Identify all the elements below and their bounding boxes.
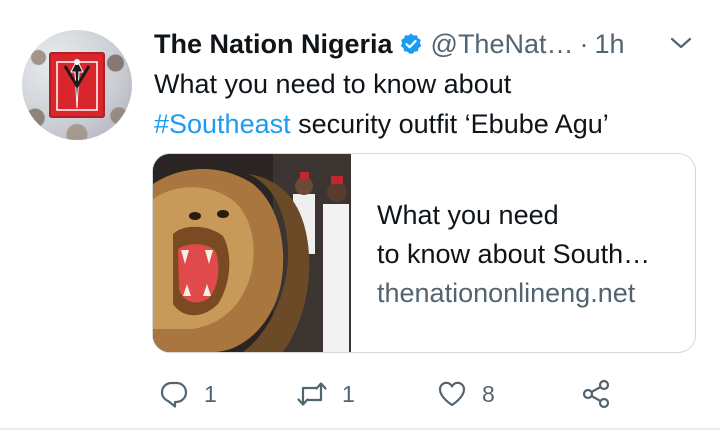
card-text: What you need to know about South… thena… <box>377 196 687 313</box>
share-icon <box>582 379 610 409</box>
tweet-text-line1: What you need to know about <box>154 69 512 99</box>
link-card[interactable]: What you need to know about South… thena… <box>152 153 696 353</box>
retweet-count: 1 <box>342 380 355 407</box>
tweet-text-rest: security outfit ‘Ebube Agu’ <box>290 109 609 139</box>
author-handle[interactable]: @TheNat… <box>431 29 574 60</box>
tweet-text-line2: #Southeast security outfit ‘Ebube Agu’ <box>154 104 699 144</box>
share-button[interactable] <box>580 372 612 416</box>
like-count: 8 <box>482 380 495 407</box>
card-domain: thenationonlineng.net <box>377 278 636 308</box>
pen-nib-icon <box>56 58 98 111</box>
reply-icon <box>160 381 188 408</box>
divider <box>0 428 720 430</box>
like-button[interactable]: 8 <box>436 372 495 416</box>
card-title-line1: What you need <box>377 200 559 230</box>
timestamp[interactable]: 1h <box>594 29 624 60</box>
tweet-actions: 1 1 8 <box>158 372 638 416</box>
publication-logo <box>49 52 105 118</box>
avatar[interactable] <box>22 30 132 140</box>
tweet-text: What you need to know about #Southeast s… <box>154 64 699 144</box>
card-thumbnail <box>153 154 351 352</box>
card-title-line2: to know about South… <box>377 239 651 269</box>
reply-count: 1 <box>204 380 217 407</box>
author-name[interactable]: The Nation Nigeria <box>154 29 393 60</box>
hashtag-link[interactable]: #Southeast <box>154 109 291 139</box>
retweet-icon <box>297 382 327 406</box>
chevron-down-icon[interactable] <box>668 32 694 54</box>
separator-dot: · <box>579 28 589 59</box>
verified-badge-icon <box>399 32 423 56</box>
like-icon <box>438 381 466 407</box>
tweet[interactable]: The Nation Nigeria @TheNat… · 1h What yo… <box>0 0 720 434</box>
reply-button[interactable]: 1 <box>158 372 217 416</box>
tweet-header: The Nation Nigeria @TheNat… · 1h <box>154 24 625 64</box>
retweet-button[interactable]: 1 <box>296 372 355 416</box>
